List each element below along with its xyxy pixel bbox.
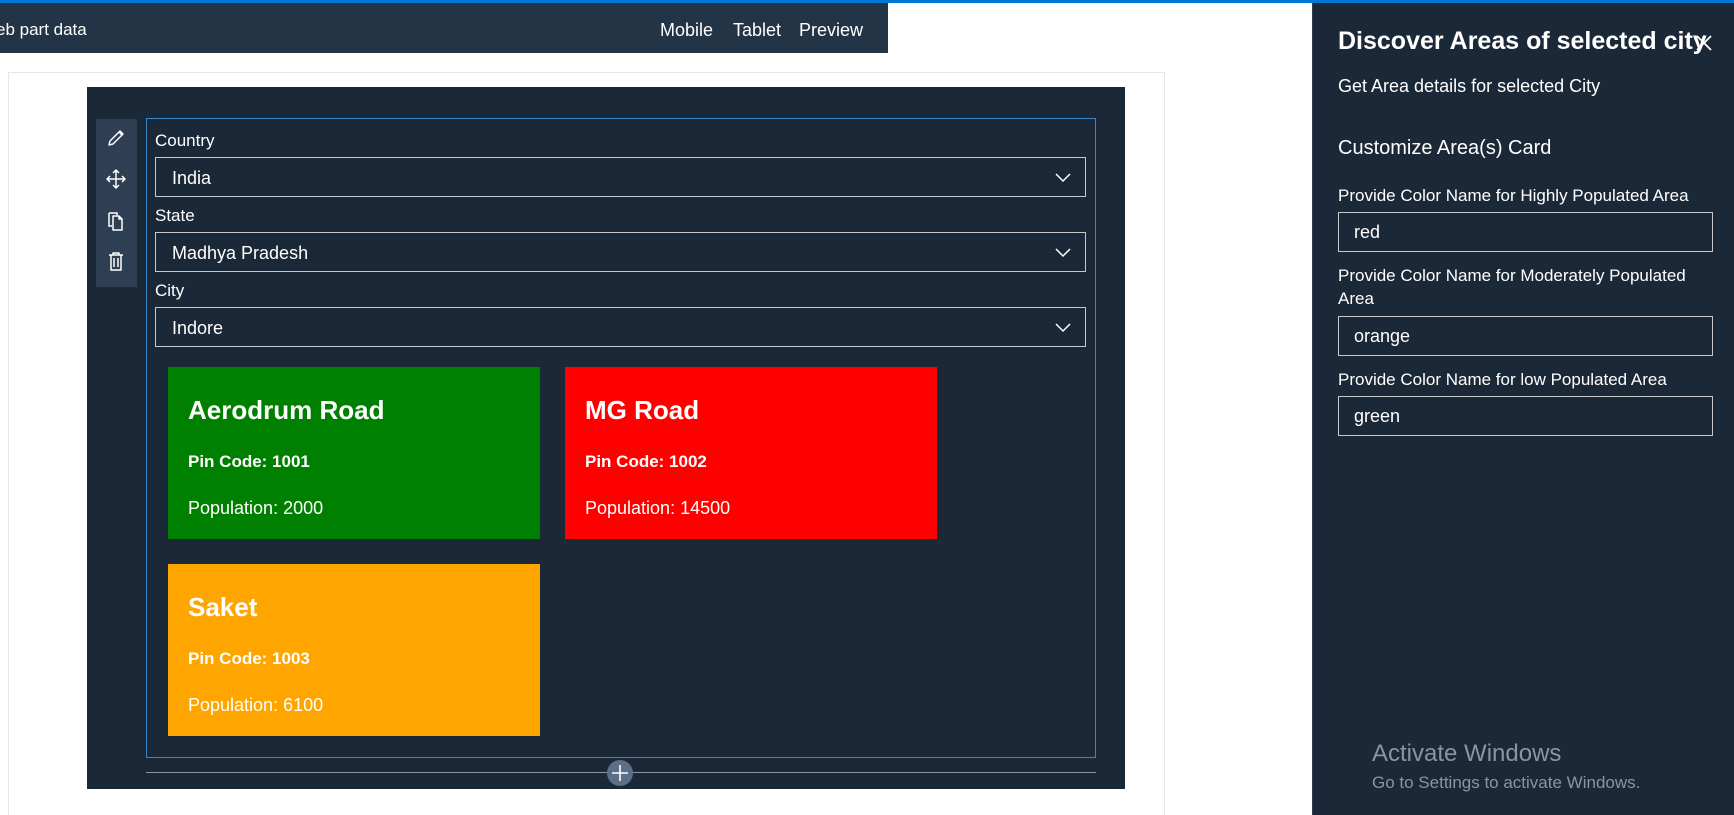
area-card-population: Population: 6100 (188, 695, 324, 715)
high-population-color-input[interactable] (1338, 212, 1713, 252)
activate-windows-title: Activate Windows (1372, 740, 1562, 767)
city-dropdown[interactable]: Indore (155, 307, 1086, 347)
property-pane: Discover Areas of selected city Get Area… (1312, 3, 1734, 815)
chevron-down-icon (1055, 320, 1071, 334)
chevron-down-icon (1055, 170, 1071, 184)
add-webpart-button[interactable] (607, 760, 633, 786)
activate-windows-subtitle: Go to Settings to activate Windows. (1372, 773, 1641, 792)
country-dropdown[interactable]: India (155, 157, 1086, 197)
high-population-color-label: Provide Color Name for Highly Populated … (1338, 186, 1689, 205)
area-card-title: MG Road (585, 395, 700, 425)
page-toolbar: eb part data Mobile Tablet Preview (0, 3, 888, 53)
city-value: Indore (172, 318, 224, 338)
area-card-aerodrum-road: Aerodrum Road Pin Code: 1001 Population:… (168, 367, 540, 539)
copy-icon[interactable] (105, 210, 127, 232)
toolbar-title: eb part data (0, 20, 87, 39)
state-label: State (155, 206, 195, 225)
area-card-title: Saket (188, 592, 258, 622)
pane-title: Discover Areas of selected city (1338, 27, 1707, 55)
area-card-population: Population: 14500 (585, 498, 731, 518)
move-icon[interactable] (105, 168, 127, 190)
edit-icon[interactable] (105, 127, 127, 149)
delete-icon[interactable] (105, 250, 127, 272)
state-dropdown[interactable]: Madhya Pradesh (155, 232, 1086, 272)
mobile-button[interactable]: Mobile (660, 20, 713, 41)
pane-description: Get Area details for selected City (1338, 76, 1601, 96)
chevron-down-icon (1055, 245, 1071, 259)
tablet-button[interactable]: Tablet (733, 20, 781, 41)
moderate-population-color-input[interactable] (1338, 316, 1713, 356)
pane-group-title: Customize Area(s) Card (1338, 137, 1552, 159)
area-card-title: Aerodrum Road (188, 395, 385, 425)
country-label: Country (155, 131, 215, 150)
moderate-population-color-label: Provide Color Name for Moderately Popula… (1338, 266, 1686, 308)
preview-button[interactable]: Preview (799, 20, 863, 41)
area-card-pin: Pin Code: 1003 (188, 649, 310, 668)
low-population-color-label: Provide Color Name for low Populated Are… (1338, 370, 1667, 389)
state-value: Madhya Pradesh (172, 243, 309, 263)
country-value: India (172, 168, 212, 188)
area-card-saket: Saket Pin Code: 1003 Population: 6100 (168, 564, 540, 736)
low-population-color-input[interactable] (1338, 396, 1713, 436)
area-card-mg-road: MG Road Pin Code: 1002 Population: 14500 (565, 367, 937, 539)
area-card-pin: Pin Code: 1002 (585, 452, 707, 471)
area-card-pin: Pin Code: 1001 (188, 452, 310, 471)
city-label: City (155, 281, 185, 300)
area-card-population: Population: 2000 (188, 498, 324, 518)
plus-icon (612, 765, 628, 781)
close-icon[interactable] (1694, 33, 1714, 53)
webpart-side-toolbar (96, 119, 137, 287)
